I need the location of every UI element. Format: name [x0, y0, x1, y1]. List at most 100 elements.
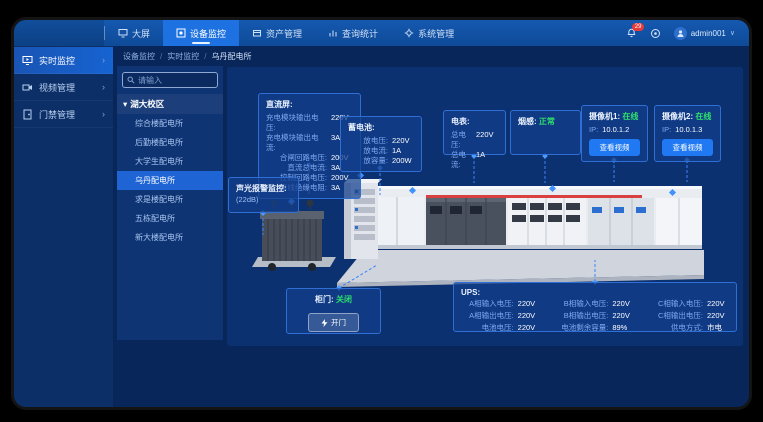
sidebar-item-access[interactable]: 门禁管理 ›: [14, 101, 113, 128]
tree-item-station[interactable]: 求是楼配电所: [117, 190, 223, 209]
tree-item-station-selected[interactable]: 乌丹配电所: [117, 171, 223, 190]
chevron-right-icon: ›: [102, 109, 105, 119]
ip-value: 10.0.1.3: [675, 125, 702, 135]
view-video-button[interactable]: 查看视频: [662, 139, 713, 156]
battery-panel: 蓄电池: 放电压:220V 放电流:1A 放容量:200W: [340, 116, 422, 172]
nav-item-assets[interactable]: 资产管理: [239, 20, 315, 46]
statistics-icon: [328, 28, 338, 38]
nav-item-system[interactable]: 系统管理: [391, 20, 467, 46]
sidebar-item-video[interactable]: 视频管理 ›: [14, 74, 113, 101]
device-monitor-icon: [176, 28, 186, 38]
view-video-button[interactable]: 查看视频: [589, 139, 640, 156]
metric-label: C相输出电压:: [658, 311, 703, 321]
ip-value: 10.0.1.2: [602, 125, 629, 135]
sidebar-item-label: 实时监控: [39, 54, 75, 67]
metric-value: 220V: [518, 299, 540, 309]
panel-title: 柜门: 关闭: [294, 294, 373, 305]
room-3d-viewport: 直流屏: 充电模块输出电压: 220V 充电模块输出电流: 3A 合闸回路电压: 20…: [227, 67, 743, 346]
ip-label: IP:: [662, 125, 671, 135]
metric-value: 220V: [612, 311, 634, 321]
ups-metrics-grid: A相输入电压:220V B相输入电压:220V C相输入电压:220V A相输出…: [461, 299, 729, 333]
open-door-button[interactable]: 开门: [308, 313, 359, 332]
tree-item-station[interactable]: 综合楼配电所: [117, 114, 223, 133]
left-sidebar: 实时监控 › 视频管理 › 门禁管理 ›: [14, 46, 113, 407]
nav-item-label: 查询统计: [342, 27, 378, 40]
camera1-panel: 摄像机1: 在线 IP:10.0.1.2 查看视频: [581, 105, 648, 162]
sound-light-alarm-panel: 声光报警监控: (22dB): [228, 177, 299, 213]
alarm-value: (22dB): [236, 195, 291, 204]
panel-title: 声光报警监控:: [236, 183, 291, 194]
breadcrumb-separator: /: [160, 52, 162, 61]
logo-zone: [14, 20, 104, 46]
tree-item-station[interactable]: 五栋配电所: [117, 209, 223, 228]
alarm-count-badge: 29: [632, 23, 645, 31]
sidebar-item-label: 门禁管理: [39, 108, 75, 121]
breadcrumb-item-current: 乌丹配电所: [211, 51, 251, 62]
user-menu[interactable]: admin001 ∨: [674, 27, 735, 40]
metric-value: 220V: [612, 299, 634, 309]
metric-value: 220V: [518, 311, 540, 321]
metric-value: 220V: [476, 130, 498, 150]
nav-item-device-monitor[interactable]: 设备监控: [163, 20, 239, 46]
metric-value: 市电: [707, 323, 729, 333]
metric-label: 供电方式:: [671, 323, 703, 333]
sidebar-item-realtime[interactable]: 实时监控 ›: [14, 47, 113, 74]
tree-item-station[interactable]: 大学生配电所: [117, 152, 223, 171]
metric-label: 总电压:: [451, 130, 472, 150]
metric-value: 220V: [518, 323, 540, 333]
metric-label: 电池电压:: [482, 323, 514, 333]
metric-value: 200W: [392, 156, 414, 166]
metric-label: 放电压:: [363, 136, 388, 146]
meter-panel: 电表: 总电压:220V 总电流:1A: [443, 110, 506, 155]
breadcrumb-item[interactable]: 设备监控: [123, 51, 155, 62]
metric-label: A相输入电压:: [469, 299, 514, 309]
metric-value: 220V: [392, 136, 414, 146]
metric-label: C相输入电压:: [658, 299, 703, 309]
top-navbar: 大屏 设备监控 资产管理 查询统计 系统管理: [14, 20, 749, 46]
panel-title: 直流屏:: [266, 99, 353, 110]
panel-title: 摄像机2: 在线: [662, 111, 713, 122]
panel-title: 蓄电池:: [348, 122, 414, 133]
search-input[interactable]: [138, 76, 213, 85]
open-door-label: 开门: [331, 317, 346, 328]
tree-root-campus[interactable]: ▾ 湖大校区: [117, 94, 223, 114]
bigscreen-icon: [118, 28, 128, 38]
ups-panel: UPS: A相输入电压:220V B相输入电压:220V C相输入电压:220V…: [453, 282, 737, 332]
smoke-status: 正常: [539, 117, 555, 126]
tree-item-station[interactable]: 后勤楼配电所: [117, 133, 223, 152]
tree-item-station[interactable]: 新大楼配电所: [117, 228, 223, 247]
metric-value: 220V: [707, 299, 729, 309]
nav-item-bigscreen[interactable]: 大屏: [105, 20, 163, 46]
metric-label: 充电模块输出电压:: [266, 113, 327, 133]
smoke-sensor-panel: 烟感: 正常: [510, 110, 581, 155]
panel-title: 烟感: 正常: [518, 116, 573, 127]
chevron-down-icon: ∨: [730, 29, 735, 37]
breadcrumb-separator: /: [204, 52, 206, 61]
breadcrumb-item[interactable]: 实时监控: [167, 51, 199, 62]
nav-item-label: 资产管理: [266, 27, 302, 40]
chevron-right-icon: ›: [102, 55, 105, 65]
cabinet-door-panel: 柜门: 关闭 开门: [286, 288, 381, 334]
metric-value: 3A: [331, 183, 353, 193]
station-tree-panel: ▾ 湖大校区 综合楼配电所 后勤楼配电所 大学生配电所 乌丹配电所 求是楼配电所…: [117, 66, 223, 340]
camera1-status: 在线: [622, 112, 638, 121]
tree-expander-icon: ▾: [123, 99, 127, 110]
fullscreen-target-icon[interactable]: [650, 28, 661, 39]
chevron-right-icon: ›: [102, 82, 105, 92]
search-icon: [127, 76, 135, 84]
metric-label: 直流总电流:: [287, 163, 327, 173]
panel-title: 电表:: [451, 116, 498, 127]
metric-label: A相输出电压:: [469, 311, 514, 321]
camera2-status: 在线: [695, 112, 711, 121]
sidebar-item-label: 视频管理: [39, 81, 75, 94]
metric-label: 放电流:: [363, 146, 388, 156]
metric-value: 200V: [331, 173, 353, 183]
metric-label: 充电模块输出电流:: [266, 133, 327, 153]
metric-label: 合闸回路电压:: [280, 153, 327, 163]
nav-item-label: 系统管理: [418, 27, 454, 40]
alarm-bell-icon[interactable]: 29: [626, 28, 637, 39]
metric-label: B相输入电压:: [564, 299, 609, 309]
metric-label: B相输出电压:: [564, 311, 609, 321]
tree-root-label: 湖大校区: [130, 98, 164, 110]
nav-item-statistics[interactable]: 查询统计: [315, 20, 391, 46]
